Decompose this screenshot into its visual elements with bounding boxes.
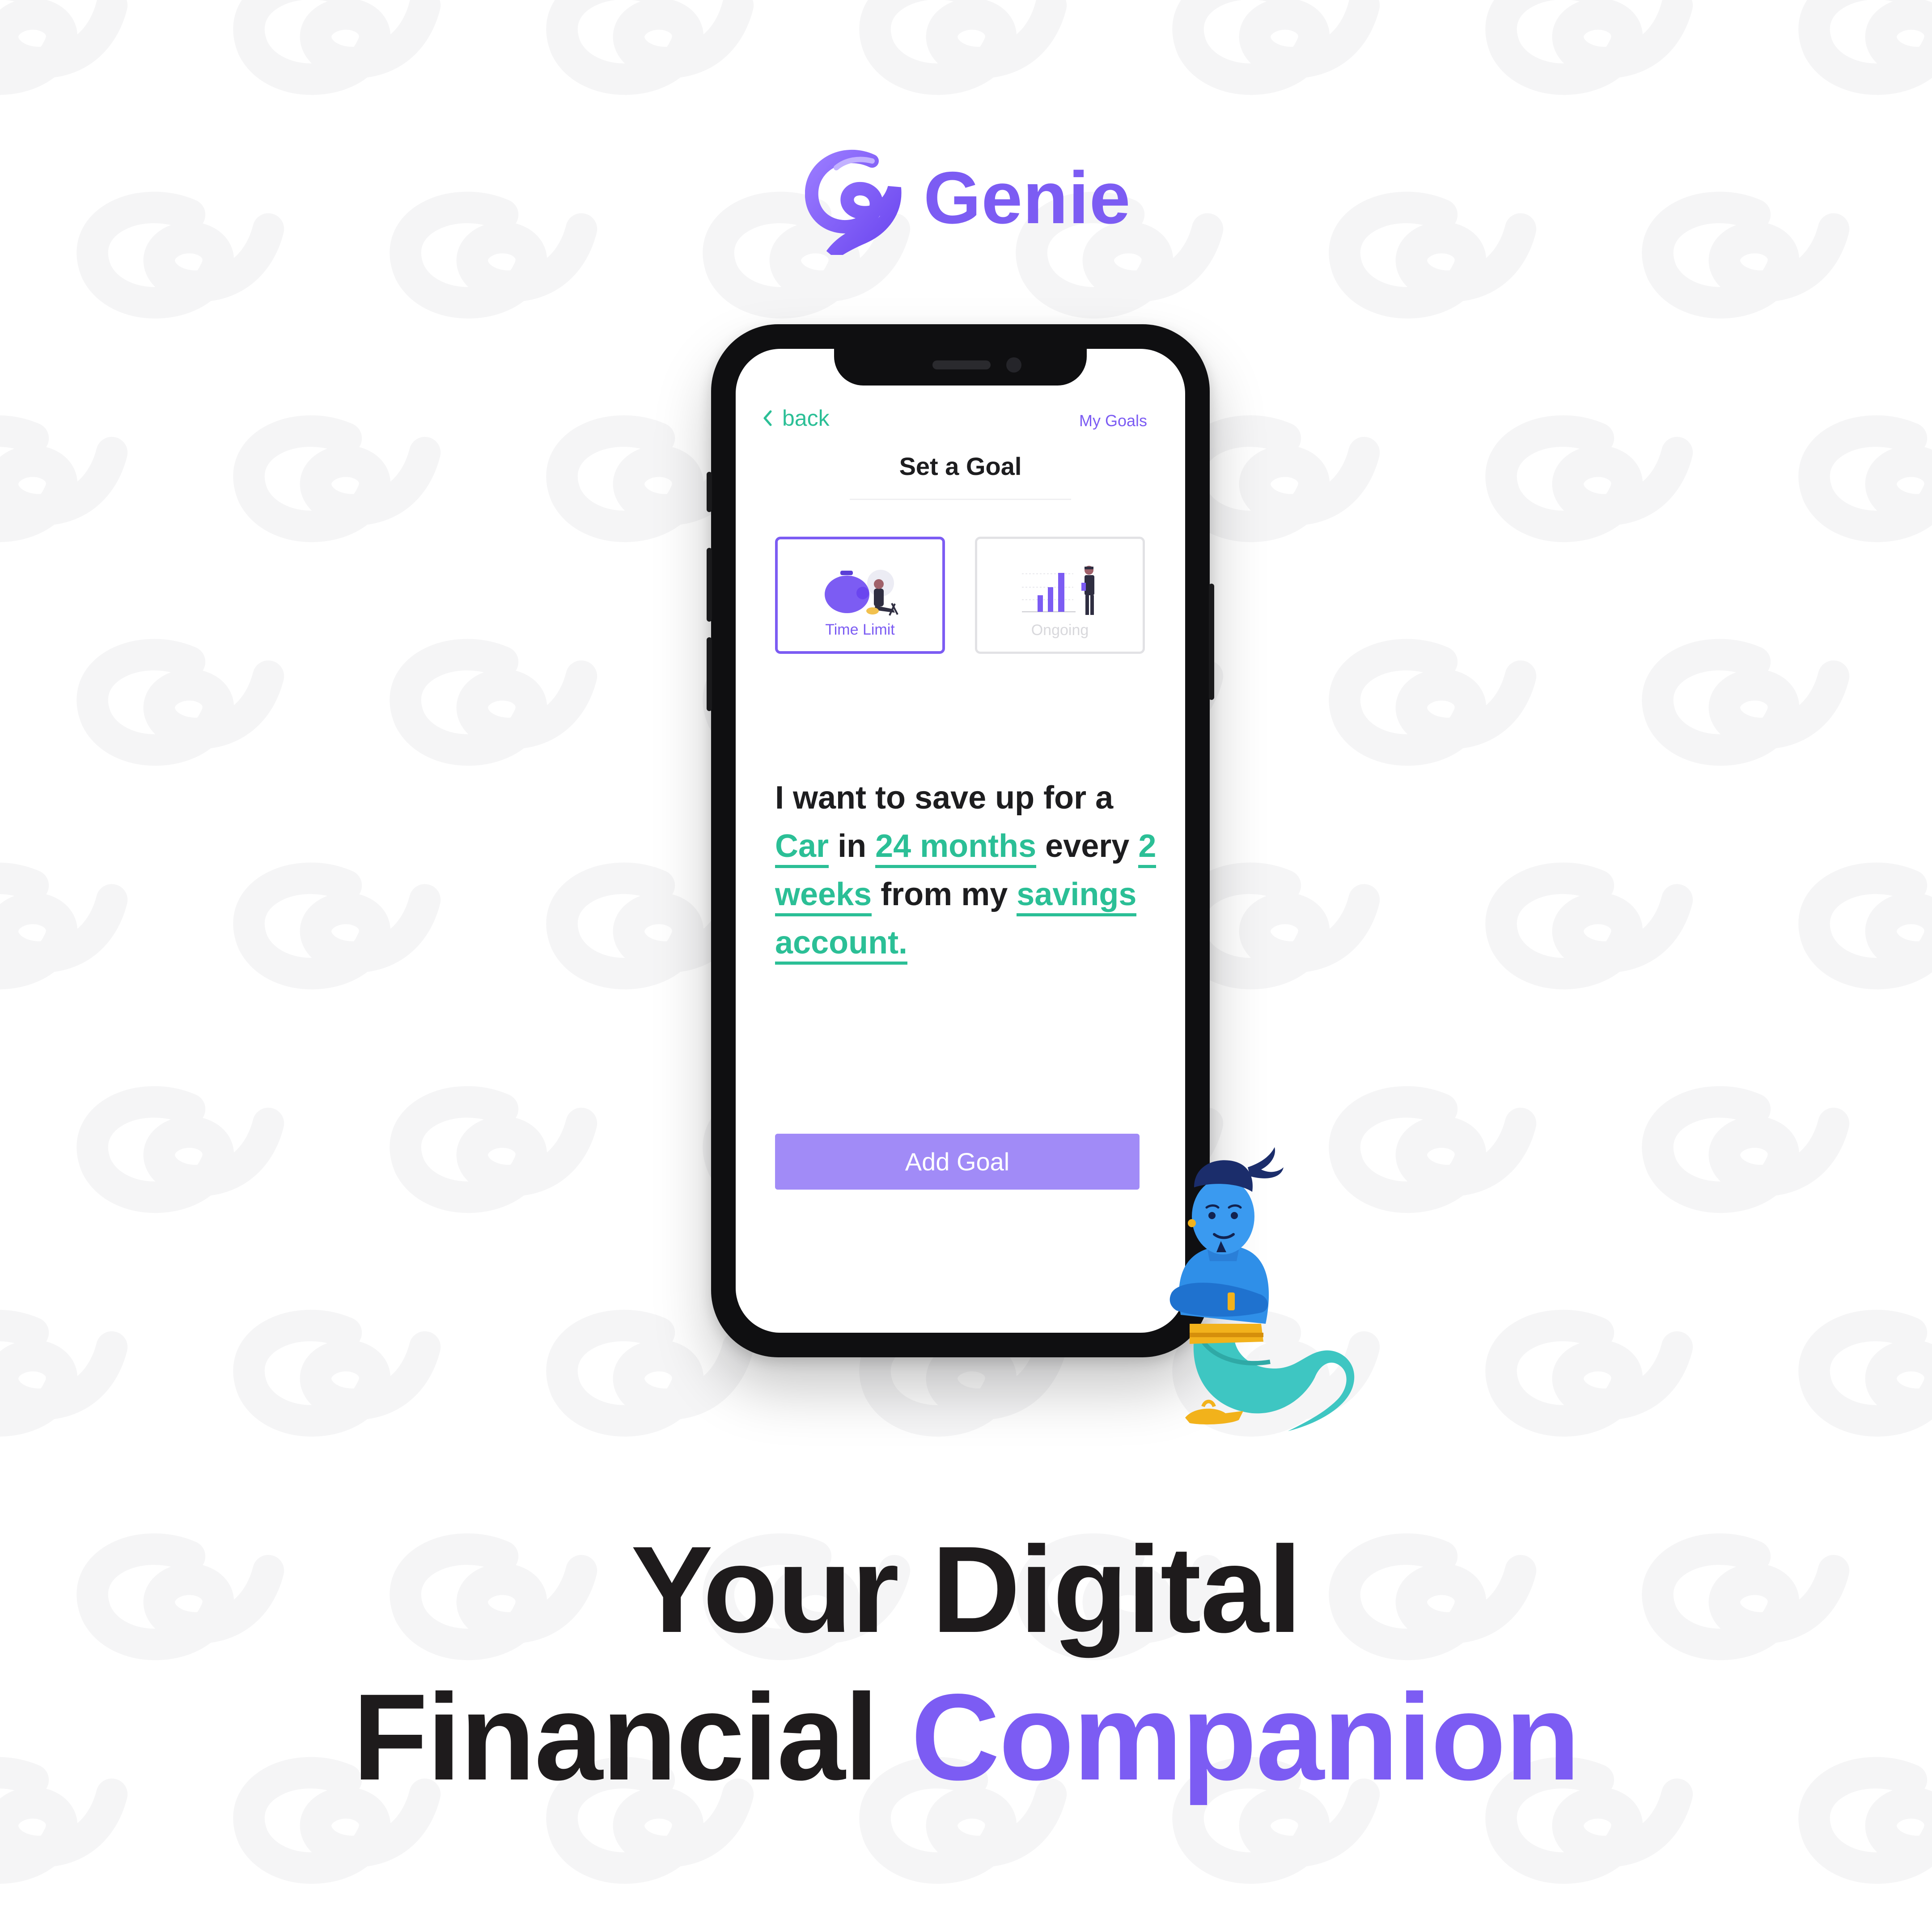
goal-type-ongoing[interactable]: Ongoing	[975, 537, 1145, 654]
chevron-left-icon	[763, 410, 772, 426]
watermark-swirl	[249, 878, 425, 974]
watermark-swirl	[1501, 1326, 1677, 1421]
watermark-swirl	[0, 878, 112, 974]
title-divider	[850, 499, 1071, 500]
watermark-swirl	[0, 431, 112, 526]
screen-title: Set a Goal	[899, 452, 1022, 480]
phone-volume-up	[707, 548, 712, 622]
add-goal-button[interactable]: Add Goal	[775, 1134, 1140, 1190]
watermark-swirl	[1188, 431, 1364, 526]
watermark-swirl	[1658, 1102, 1834, 1197]
headline-line-2: Financial Companion	[0, 1664, 1932, 1811]
goal-item-selector[interactable]: Car	[775, 828, 829, 868]
watermark-swirl	[1501, 431, 1677, 526]
goal-duration-selector[interactable]: 24 months	[875, 828, 1037, 868]
watermark-swirl	[93, 655, 268, 750]
piggy-bank-illustration	[825, 570, 898, 616]
watermark-swirl	[1814, 0, 1932, 79]
goal-sentence-text: in	[829, 828, 876, 864]
goal-type-label: Ongoing	[1031, 622, 1089, 639]
watermark-swirl	[1501, 0, 1677, 79]
bar-chart-illustration	[1022, 566, 1094, 615]
genie-swirl-icon	[805, 150, 902, 255]
goal-type-time-limit[interactable]: Time Limit	[775, 537, 945, 654]
goal-sentence-text: every	[1036, 828, 1139, 864]
watermark-swirl	[562, 1326, 738, 1421]
watermark-swirl	[406, 655, 581, 750]
watermark-swirl	[1188, 878, 1364, 974]
goal-sentence-text: I want to save up for a	[775, 780, 1114, 816]
watermark-swirl	[249, 431, 425, 526]
watermark-swirl	[1814, 431, 1932, 526]
front-camera	[1006, 357, 1021, 373]
watermark-swirl	[562, 0, 738, 79]
headline-text: Financial	[352, 1669, 911, 1806]
back-label: back	[782, 406, 830, 431]
headline: Your Digital Financial Companion	[0, 1516, 1932, 1811]
headline-line-1: Your Digital	[631, 1521, 1302, 1658]
watermark-swirl	[93, 208, 268, 303]
watermark-swirl	[1188, 0, 1364, 79]
my-goals-link[interactable]: My Goals	[1079, 411, 1147, 430]
watermark-swirl	[406, 1102, 581, 1197]
phone-notch	[834, 349, 1087, 386]
genie-character-illustration	[1169, 1147, 1355, 1431]
watermark-swirl	[1345, 655, 1521, 750]
watermark-swirl	[0, 0, 112, 79]
goal-sentence-text: from my	[872, 877, 1017, 912]
headline-accent: Companion	[911, 1669, 1580, 1806]
watermark-swirl	[249, 1326, 425, 1421]
watermark-swirl	[1658, 655, 1834, 750]
watermark-swirl	[1345, 1102, 1521, 1197]
watermark-swirl	[249, 0, 425, 79]
watermark-swirl	[1814, 1326, 1932, 1421]
watermark-swirl	[406, 208, 581, 303]
goal-type-label: Time Limit	[825, 621, 895, 638]
brand-name: Genie	[924, 157, 1131, 239]
goal-sentence: I want to save up for a Car in 24 months…	[775, 774, 1160, 967]
watermark-swirl	[1345, 208, 1521, 303]
watermark-swirl	[1814, 878, 1932, 974]
phone-power-button	[1209, 584, 1214, 700]
speaker-grille	[932, 360, 991, 369]
phone-screen: back My Goals Set a Goal Time Limit Ongo…	[736, 349, 1185, 1333]
back-button[interactable]: back	[763, 402, 830, 434]
watermark-swirl	[93, 1102, 268, 1197]
phone-volume-down	[707, 637, 712, 711]
phone-mute-switch	[707, 472, 712, 512]
watermark-swirl	[0, 1326, 112, 1421]
watermark-swirl	[1501, 878, 1677, 974]
watermark-swirl	[1658, 208, 1834, 303]
brand-header: Genie	[805, 143, 1145, 259]
watermark-swirl	[875, 0, 1051, 79]
